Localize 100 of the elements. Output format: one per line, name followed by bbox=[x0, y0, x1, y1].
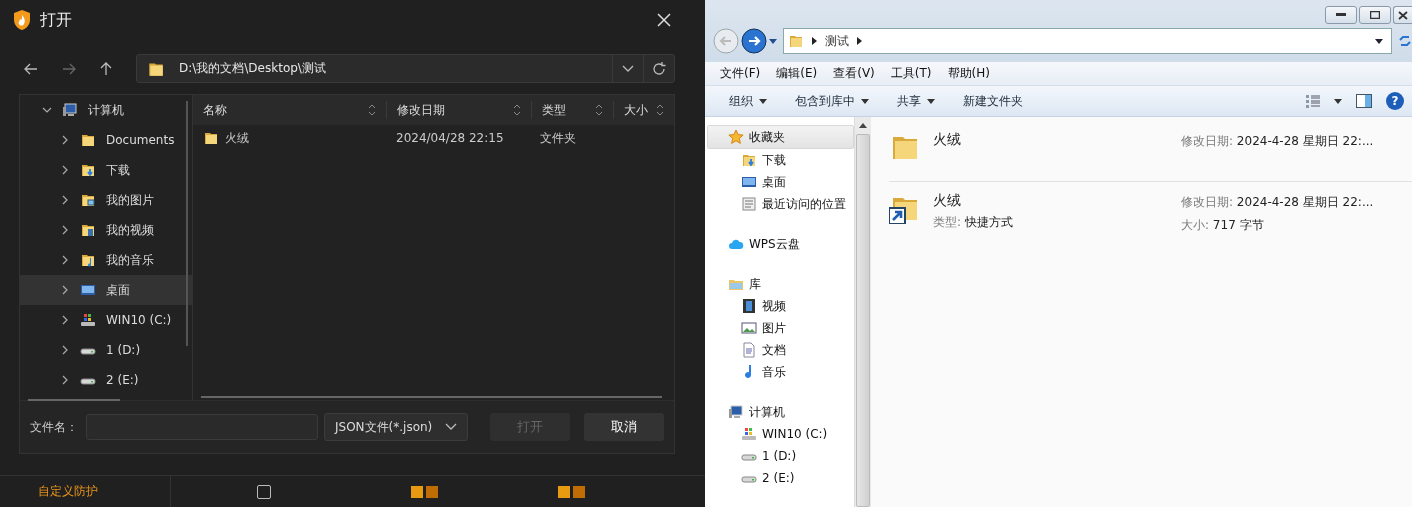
nav-item[interactable]: 文档 bbox=[711, 339, 854, 361]
chevron-right-icon[interactable] bbox=[60, 225, 70, 235]
chevron-down-icon[interactable] bbox=[445, 423, 457, 431]
pictures-folder-icon bbox=[80, 192, 96, 208]
chevron-right-icon[interactable] bbox=[60, 255, 70, 265]
minimize-button[interactable] bbox=[1325, 6, 1357, 24]
minimize-icon bbox=[1336, 13, 1346, 17]
scrollbar[interactable] bbox=[854, 117, 871, 507]
preview-pane-icon[interactable] bbox=[1356, 94, 1372, 108]
view-list-icon[interactable] bbox=[1306, 94, 1320, 108]
film-icon bbox=[741, 298, 757, 314]
maximize-icon bbox=[1370, 11, 1380, 19]
system-drive-icon bbox=[80, 312, 96, 328]
nav-item[interactable]: 最近访问的位置 bbox=[711, 193, 854, 215]
tree-item[interactable]: 1 (D:) bbox=[20, 335, 192, 365]
dropdown-arrow-icon[interactable] bbox=[769, 38, 777, 44]
menu-item[interactable]: 文件(F) bbox=[720, 65, 761, 82]
file-tile[interactable]: 火绒 修改日期: 2024-4-28 星期日 22:... bbox=[889, 127, 1412, 182]
address-bar[interactable]: 测试 bbox=[783, 28, 1392, 54]
file-type-dropdown[interactable]: JSON文件(*.json) bbox=[324, 413, 468, 441]
menu-item[interactable]: 编辑(E) bbox=[776, 65, 818, 82]
nav-item[interactable]: 2 (E:) bbox=[711, 467, 854, 489]
checkbox[interactable] bbox=[257, 484, 271, 499]
tree-item[interactable]: 桌面 bbox=[20, 275, 192, 305]
refresh-icon[interactable] bbox=[652, 61, 666, 76]
path-field[interactable]: D:\我的文档\Desktop\测试 bbox=[136, 54, 675, 83]
breadcrumb-arrow-icon[interactable] bbox=[812, 37, 817, 45]
computer-icon bbox=[728, 404, 744, 420]
nav-item[interactable]: 图片 bbox=[711, 317, 854, 339]
chevron-right-icon[interactable] bbox=[60, 135, 70, 145]
sort-icon[interactable] bbox=[656, 104, 664, 116]
nav-item[interactable]: 1 (D:) bbox=[711, 445, 854, 467]
file-type: 类型: 快捷方式 bbox=[933, 214, 1014, 231]
column-header[interactable]: 名称 bbox=[193, 101, 387, 119]
toolbar-button[interactable]: 新建文件夹 bbox=[963, 92, 1023, 110]
forward-button-icon[interactable] bbox=[741, 28, 767, 54]
dropdown-arrow-icon[interactable] bbox=[1375, 38, 1383, 44]
tree-item[interactable]: 我的视频 bbox=[20, 215, 192, 245]
file-row[interactable]: 火绒 2024/04/28 22:15 文件夹 bbox=[193, 125, 674, 151]
desktop-icon bbox=[741, 174, 757, 190]
sort-icon[interactable] bbox=[513, 104, 521, 116]
back-arrow-icon[interactable] bbox=[24, 62, 38, 75]
computer-icon bbox=[62, 102, 78, 118]
nav-item[interactable]: 下载 bbox=[711, 149, 854, 171]
chevron-down-icon[interactable] bbox=[622, 64, 634, 73]
up-arrow-icon[interactable] bbox=[100, 61, 112, 76]
cancel-button[interactable]: 取消 bbox=[584, 413, 664, 441]
nav-item[interactable]: WIN10 (C:) bbox=[711, 423, 854, 445]
sort-icon[interactable] bbox=[595, 104, 603, 116]
chevron-right-icon[interactable] bbox=[60, 285, 70, 295]
sort-icon[interactable] bbox=[368, 104, 376, 116]
nav-item[interactable]: 音乐 bbox=[711, 361, 854, 383]
refresh-icon[interactable] bbox=[1398, 34, 1412, 48]
chevron-right-icon[interactable] bbox=[60, 315, 70, 325]
breadcrumb-arrow-icon[interactable] bbox=[857, 37, 862, 45]
menu-item[interactable]: 帮助(H) bbox=[947, 65, 990, 82]
menu-item[interactable]: 工具(T) bbox=[890, 65, 932, 82]
forward-arrow-icon[interactable] bbox=[62, 62, 76, 75]
menu-item[interactable]: 查看(V) bbox=[833, 65, 875, 82]
scroll-up-icon[interactable] bbox=[859, 123, 867, 128]
tree-item[interactable]: 下载 bbox=[20, 155, 192, 185]
nav-item[interactable]: 视频 bbox=[711, 295, 854, 317]
modified-date: 修改日期: 2024-4-28 星期日 22:... bbox=[1181, 133, 1374, 150]
file-tile[interactable]: 火绒 类型: 快捷方式 修改日期: 2024-4-28 星期日 22:... 大小: 717 字节 bbox=[889, 188, 1412, 242]
tree-item[interactable]: 我的图片 bbox=[20, 185, 192, 215]
dialog-title: 打开 bbox=[40, 9, 72, 31]
tree-item[interactable]: 2 (E:) bbox=[20, 365, 192, 395]
tree-item[interactable]: WIN10 (C:) bbox=[20, 305, 192, 335]
column-header[interactable]: 大小 bbox=[614, 101, 674, 119]
tree-item[interactable]: Documents bbox=[20, 125, 192, 155]
toolbar-button[interactable]: 共享 bbox=[897, 92, 935, 110]
column-header[interactable]: 修改日期 bbox=[387, 101, 532, 119]
help-button[interactable]: ? bbox=[1386, 92, 1404, 110]
dropdown-arrow-icon bbox=[927, 98, 935, 104]
tree-item[interactable]: 计算机 bbox=[20, 95, 192, 125]
chevron-right-icon[interactable] bbox=[60, 375, 70, 385]
picture-icon bbox=[741, 320, 757, 336]
toolbar-button[interactable]: 包含到库中 bbox=[795, 92, 869, 110]
chevron-down-icon[interactable] bbox=[42, 105, 52, 115]
section-label: 自定义防护 bbox=[38, 483, 98, 500]
filename-label: 文件名： bbox=[30, 418, 78, 436]
chevron-right-icon[interactable] bbox=[60, 195, 70, 205]
nav-item[interactable]: WPS云盘 bbox=[711, 233, 854, 255]
toolbar-button[interactable]: 组织 bbox=[729, 92, 767, 110]
videos-folder-icon bbox=[80, 222, 96, 238]
close-button[interactable] bbox=[1393, 6, 1412, 24]
dropdown-arrow-icon bbox=[861, 98, 869, 104]
file-name: 火绒 bbox=[933, 131, 962, 149]
close-icon[interactable] bbox=[657, 13, 671, 27]
dropdown-arrow-icon[interactable] bbox=[1334, 98, 1342, 104]
close-icon bbox=[1398, 10, 1408, 20]
maximize-button[interactable] bbox=[1359, 6, 1391, 24]
nav-item[interactable]: 库 bbox=[711, 273, 854, 295]
nav-item[interactable]: 桌面 bbox=[711, 171, 854, 193]
tree-item[interactable]: 我的音乐 bbox=[20, 245, 192, 275]
column-header[interactable]: 类型 bbox=[532, 101, 614, 119]
nav-item[interactable]: 计算机 bbox=[711, 401, 854, 423]
chevron-right-icon[interactable] bbox=[60, 345, 70, 355]
chevron-right-icon[interactable] bbox=[60, 165, 70, 175]
nav-item[interactable]: 收藏夹 bbox=[707, 125, 854, 149]
